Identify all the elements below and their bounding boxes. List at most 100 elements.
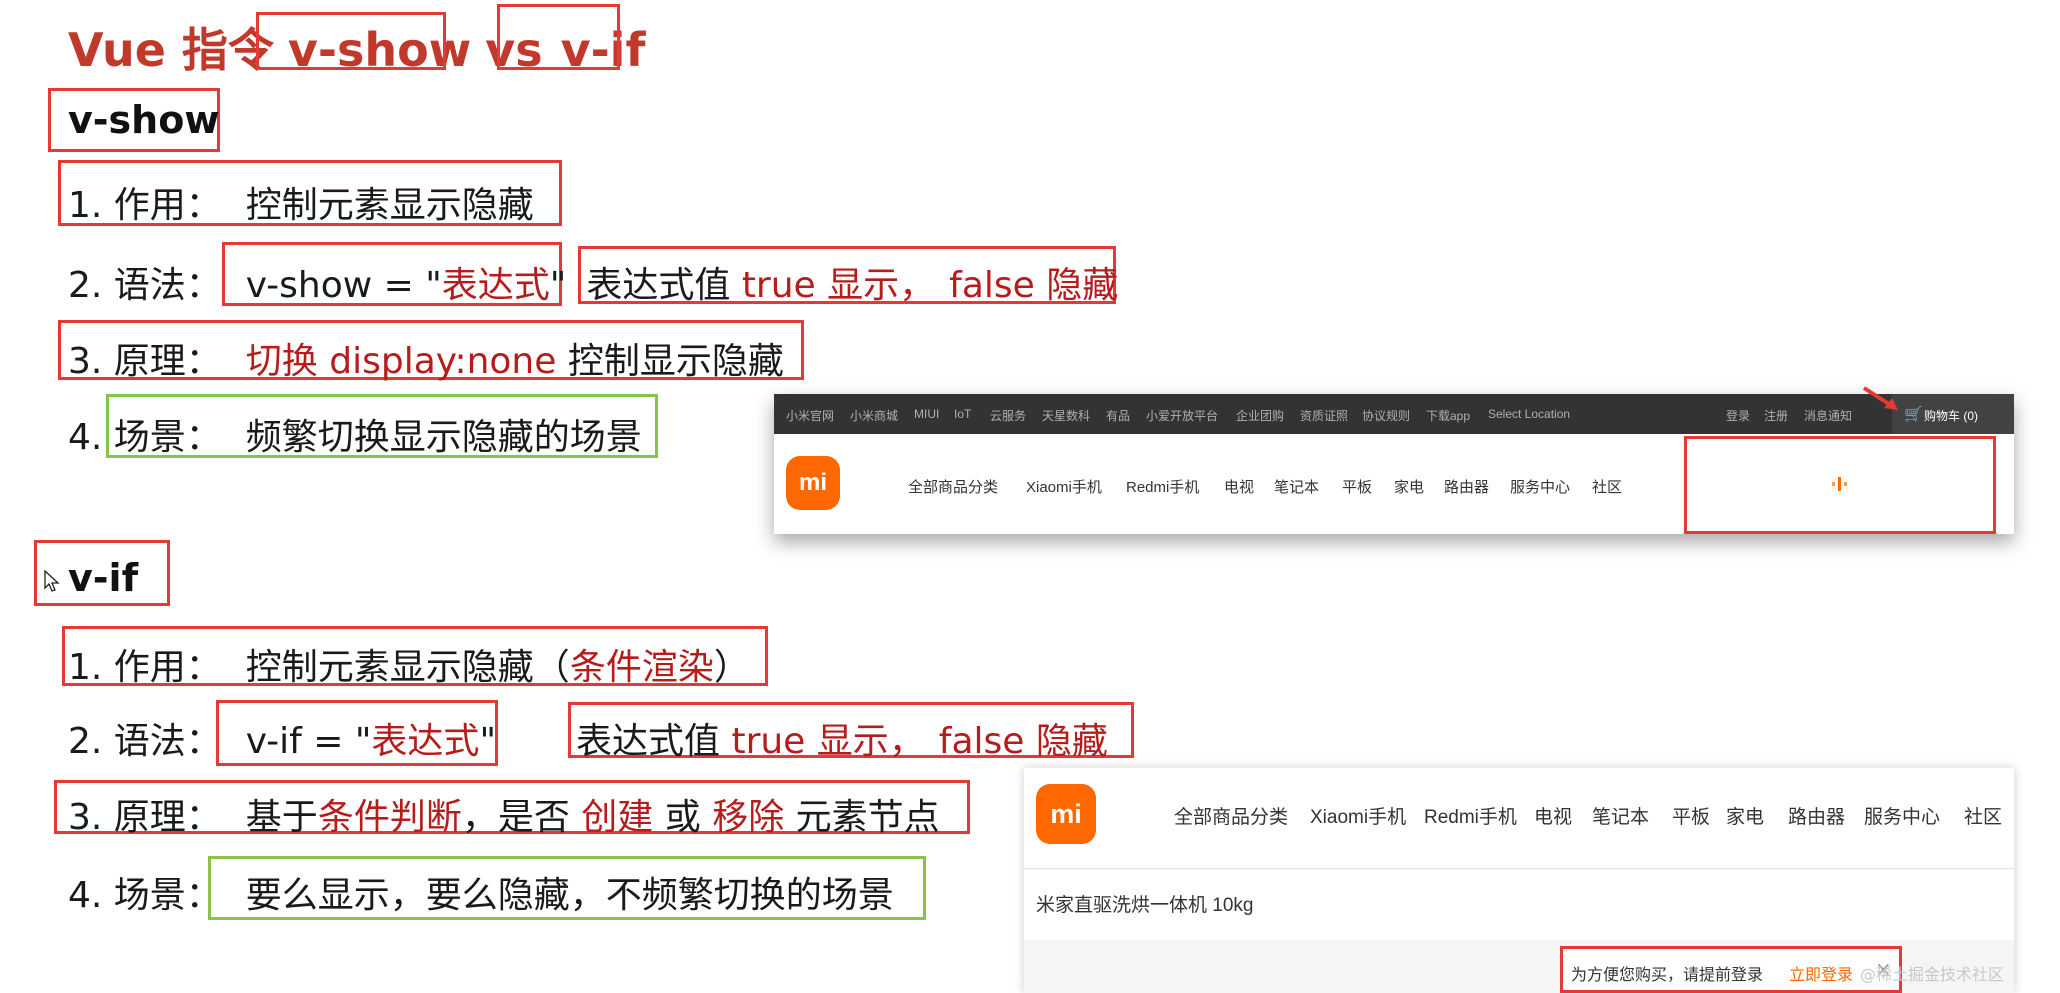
value-prefix: 表达式值 — [576, 721, 732, 762]
principle-text: 控制显示隐藏 — [556, 341, 784, 382]
v-show-item-2: 2. 语法： v-show = "表达式" 表达式值 true 显示， false 隐… — [68, 256, 1118, 308]
principle-text: 元素节点 — [784, 797, 940, 838]
login-now-link[interactable]: 立即登录 — [1789, 961, 1853, 985]
highlight-box — [497, 4, 620, 70]
topbar-link[interactable]: 企业团购 — [1236, 407, 1284, 424]
principle-red: 切换 display:none — [245, 341, 557, 382]
nav-item[interactable]: 笔记本 — [1274, 476, 1319, 497]
syntax-expression: 表达式 — [441, 265, 550, 306]
item-close: ） — [713, 647, 750, 688]
v-if-heading: v-if — [68, 556, 139, 600]
value-true: true 显示， — [741, 265, 936, 306]
nav-item[interactable]: Redmi手机 — [1126, 476, 1199, 497]
principle-red: 创建 — [581, 797, 654, 838]
v-show-item-4: 4. 场景： 频繁切换显示隐藏的场景 — [68, 408, 642, 460]
principle-text: 基于 — [245, 797, 318, 838]
principle-red: 条件判断 — [317, 797, 462, 838]
v-if-item-2: 2. 语法： v-if = "表达式" 表达式值 true 显示， false 隐藏 — [68, 712, 1108, 764]
mi-logo[interactable]: mi — [786, 456, 840, 510]
v-show-item-1: 1. 作用： 控制元素显示隐藏 — [68, 176, 534, 228]
item-number: 4. 场景： — [68, 417, 222, 458]
nav-item[interactable]: 路由器 — [1444, 476, 1489, 497]
item-number: 2. 语法： — [68, 265, 222, 306]
topbar-link[interactable]: 小米商城 — [850, 407, 898, 424]
nav-item[interactable]: 服务中心 — [1864, 802, 1940, 829]
red-arrow-icon — [1862, 386, 1902, 412]
syntax-post: " — [479, 721, 496, 762]
v-show-heading: v-show — [68, 98, 220, 142]
cart-icon: 🛒 — [1904, 406, 1923, 423]
v-if-item-4: 4. 场景： 要么显示，要么隐藏，不频繁切换的场景 — [68, 866, 894, 918]
syntax-pre: v-show = " — [245, 265, 442, 306]
mi-logo[interactable]: mi — [1036, 784, 1096, 844]
value-true: true 显示， — [731, 721, 925, 762]
item-number: 1. 作用： — [68, 647, 222, 688]
value-prefix: 表达式值 — [586, 265, 742, 306]
nav-item[interactable]: 家电 — [1726, 802, 1764, 829]
topbar-link[interactable]: MIUI — [914, 407, 939, 421]
mi-product-screenshot: mi 全部商品分类 Xiaomi手机 Redmi手机 电视 笔记本 平板 家电 … — [1024, 768, 2014, 993]
product-title: 米家直驱洗烘一体机 10kg — [1036, 895, 1254, 916]
principle-text: 或 — [653, 797, 713, 838]
nav-item[interactable]: Redmi手机 — [1424, 802, 1517, 829]
register-link[interactable]: 注册 — [1764, 407, 1788, 424]
principle-text: ，是否 — [461, 797, 582, 838]
item-number: 4. 场景： — [68, 875, 222, 916]
messages-link[interactable]: 消息通知 — [1804, 407, 1852, 424]
item-text: 频繁切换显示隐藏的场景 — [245, 417, 642, 458]
item-number: 3. 原理： — [68, 341, 222, 382]
item-number: 3. 原理： — [68, 797, 222, 838]
nav-item[interactable]: 家电 — [1394, 476, 1424, 497]
v-if-item-3: 3. 原理： 基于条件判断，是否 创建 或 移除 元素节点 — [68, 788, 940, 840]
item-number: 2. 语法： — [68, 721, 222, 762]
cart-label: 购物车 (0) — [1924, 409, 1979, 423]
nav-item[interactable]: 平板 — [1672, 802, 1710, 829]
value-false: false 隐藏 — [938, 721, 1108, 762]
topbar-link[interactable]: 协议规则 — [1362, 407, 1410, 424]
syntax-expression: 表达式 — [371, 721, 480, 762]
topbar-link[interactable]: 资质证照 — [1300, 407, 1348, 424]
item-text: 控制元素显示隐藏（ — [245, 647, 570, 688]
topbar-link[interactable]: IoT — [954, 407, 971, 421]
topbar-link[interactable]: 天星数科 — [1042, 407, 1090, 424]
nav-item[interactable]: Xiaomi手机 — [1026, 476, 1102, 497]
principle-red: 移除 — [712, 797, 785, 838]
item-text: 要么显示，要么隐藏，不频繁切换的场景 — [245, 875, 894, 916]
watermark: @稀土掘金技术社区 — [1859, 965, 2004, 984]
topbar-link[interactable]: 下载app — [1426, 407, 1470, 424]
top-bar: 小米官网 小米商城 MIUI IoT 云服务 天星数科 有品 小爱开放平台 企业… — [774, 394, 2014, 434]
nav-item[interactable]: Xiaomi手机 — [1310, 802, 1406, 829]
nav-item[interactable]: 全部商品分类 — [908, 476, 998, 497]
select-location-link[interactable]: Select Location — [1488, 407, 1570, 421]
login-link[interactable]: 登录 — [1726, 407, 1750, 424]
topbar-link[interactable]: 云服务 — [990, 407, 1026, 424]
title-prefix: Vue 指令 — [68, 23, 274, 77]
login-tip-box: 为方便您购买，请提前登录 立即登录 × — [1560, 946, 1902, 993]
v-if-item-1: 1. 作用： 控制元素显示隐藏（条件渲染） — [68, 638, 750, 690]
nav-item[interactable]: 电视 — [1534, 802, 1572, 829]
highlight-box — [256, 12, 446, 70]
topbar-link[interactable]: 小爱开放平台 — [1146, 407, 1218, 424]
syntax-post: " — [549, 265, 567, 306]
nav-item[interactable]: 全部商品分类 — [1174, 802, 1288, 829]
topbar-link[interactable]: 小米官网 — [786, 407, 834, 424]
nav-item[interactable]: 社区 — [1964, 802, 2002, 829]
item-number: 1. 作用： — [68, 185, 222, 226]
item-red: 条件渲染 — [569, 647, 714, 688]
topbar-link[interactable]: 有品 — [1106, 407, 1130, 424]
nav-item[interactable]: 笔记本 — [1592, 802, 1649, 829]
login-tip-text: 为方便您购买，请提前登录 — [1571, 965, 1764, 984]
loading-icon — [1828, 476, 1852, 491]
value-false: false 隐藏 — [949, 265, 1119, 306]
nav-item[interactable]: 路由器 — [1788, 802, 1845, 829]
cart-button[interactable]: 🛒 购物车 (0) — [1892, 394, 2014, 434]
nav-item[interactable]: 服务中心 — [1510, 476, 1570, 497]
divider — [1024, 868, 2014, 869]
nav-item[interactable]: 社区 — [1592, 476, 1622, 497]
mi-header-screenshot: 小米官网 小米商城 MIUI IoT 云服务 天星数科 有品 小爱开放平台 企业… — [774, 386, 2014, 534]
cursor-icon — [44, 569, 60, 592]
nav-item[interactable]: 平板 — [1342, 476, 1372, 497]
syntax-pre: v-if = " — [245, 721, 372, 762]
nav-item[interactable]: 电视 — [1224, 476, 1254, 497]
v-show-item-3: 3. 原理： 切换 display:none 控制显示隐藏 — [68, 332, 784, 384]
